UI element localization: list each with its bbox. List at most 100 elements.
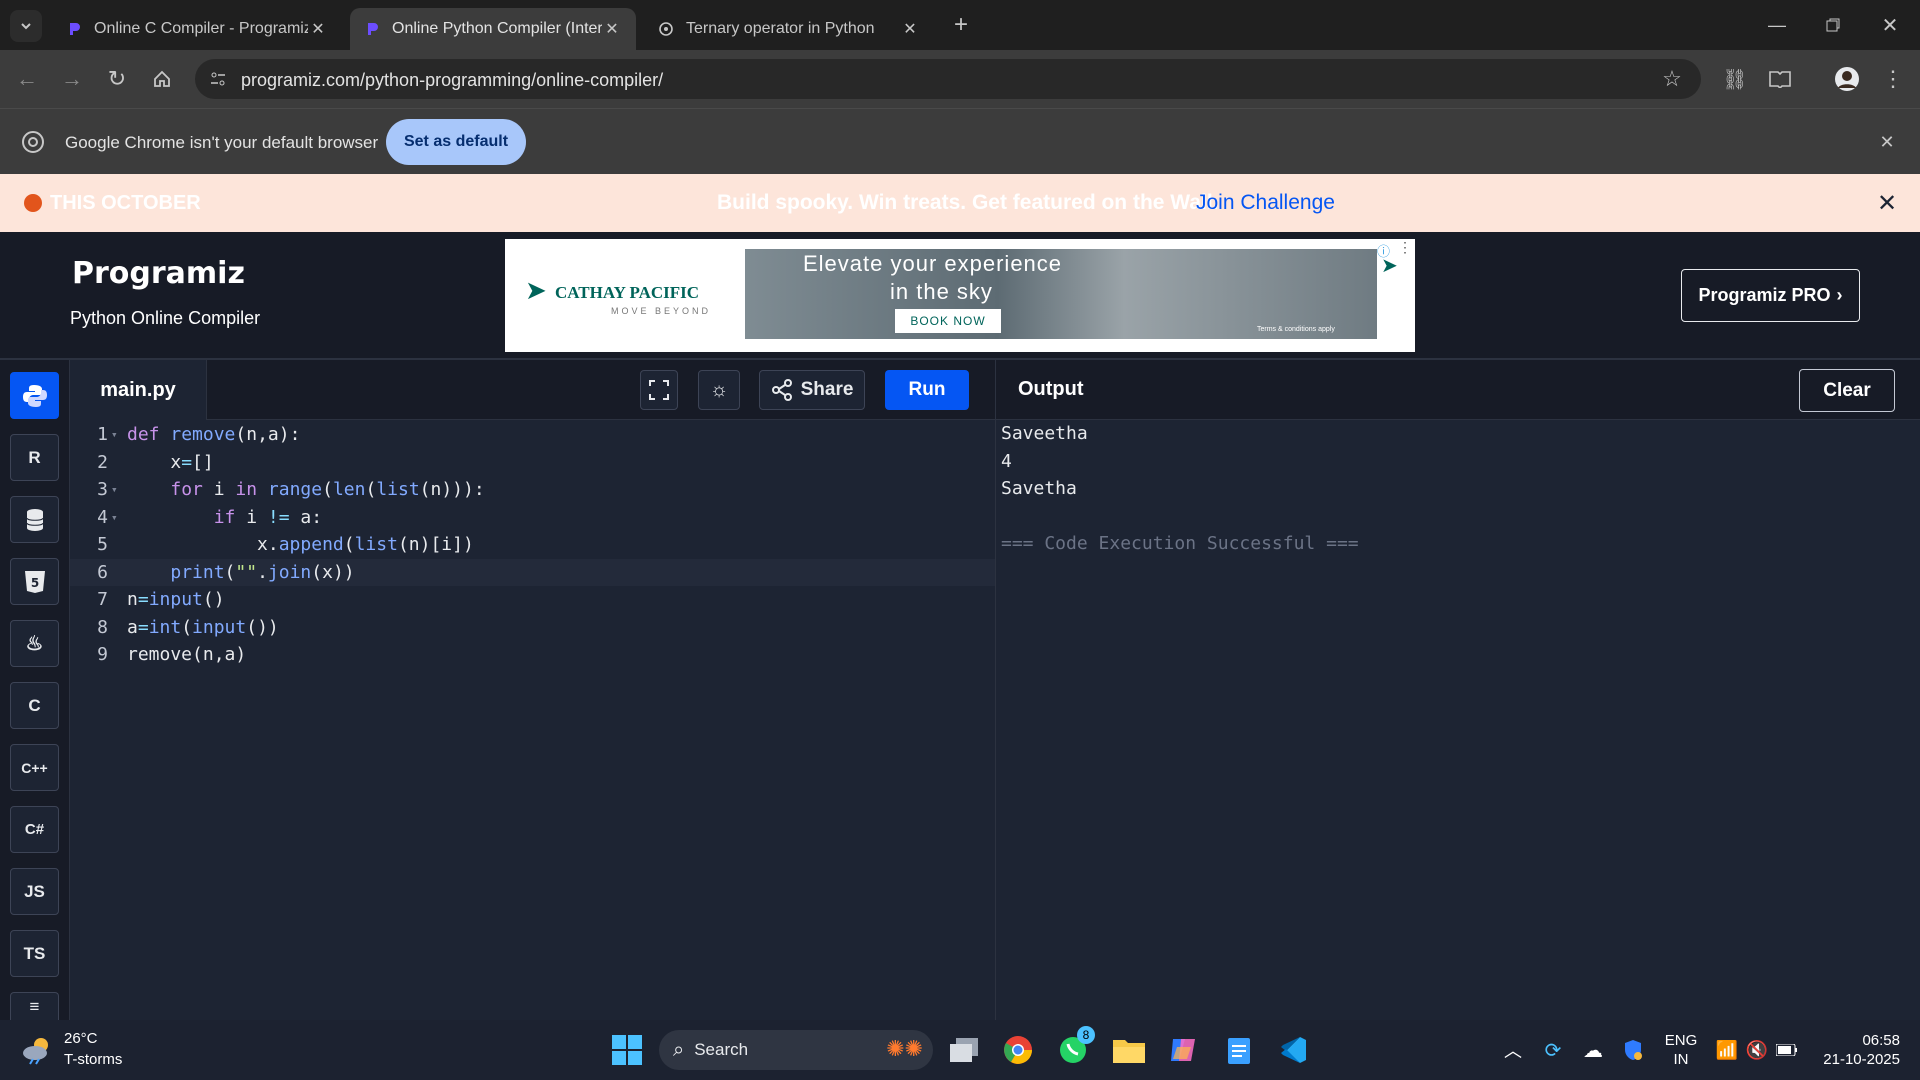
code-text: x.append(list(n)[i]): [127, 534, 474, 555]
share-label: Share: [800, 379, 854, 400]
java-icon[interactable]: ♨: [10, 620, 59, 667]
line-number: 9: [97, 644, 108, 665]
file-tab[interactable]: main.py: [70, 360, 207, 420]
python-icon[interactable]: [10, 372, 59, 419]
menu-more-icon[interactable]: ⋮: [1878, 64, 1908, 94]
clock[interactable]: 06:58 21-10-2025: [1812, 1031, 1900, 1069]
programiz-favicon-icon: [66, 21, 82, 37]
language-sidebar: R 5 ♨ C C++ C# JS TS ≡: [0, 360, 70, 1020]
ad-brand: CATHAY PACIFIC: [555, 283, 700, 302]
copilot-icon[interactable]: [1163, 1030, 1203, 1070]
home-icon[interactable]: [147, 64, 177, 94]
notepad-icon[interactable]: [1219, 1030, 1259, 1070]
weather-icon[interactable]: [18, 1030, 58, 1070]
html-icon[interactable]: 5: [10, 558, 59, 605]
code-editor[interactable]: 1 ▾ def remove(n,a): 2 x=[] 3 ▾ for i in r…: [70, 420, 995, 1020]
code-text: n=input(): [127, 589, 225, 610]
ad-more-icon[interactable]: ⋮: [1398, 239, 1412, 256]
cathay-pacific-ad[interactable]: ➤ CATHAY PACIFIC MOVE BEYOND Elevate you…: [505, 239, 1415, 352]
fold-arrow-icon[interactable]: ▾: [111, 476, 118, 503]
sql-icon[interactable]: [10, 496, 59, 543]
csharp-icon[interactable]: C#: [10, 806, 59, 853]
output-title: Output: [1018, 378, 1084, 400]
share-button[interactable]: Share: [759, 370, 865, 410]
promo-banner: THIS OCTOBER Build spooky. Win treats. G…: [0, 174, 1920, 232]
code-line: 4 ▾ if i != a:: [70, 504, 995, 531]
chatgpt-favicon-icon: [658, 21, 674, 37]
reload-icon[interactable]: ↻: [102, 64, 132, 94]
join-challenge-link[interactable]: Join Challenge: [1196, 191, 1335, 215]
profile-avatar[interactable]: [1832, 64, 1862, 94]
sidebar-item-ts[interactable]: TS: [10, 930, 59, 977]
sidebar-item-js[interactable]: JS: [10, 868, 59, 915]
pro-label: Programiz PRO: [1698, 285, 1831, 305]
close-tab-icon[interactable]: ✕: [308, 19, 328, 39]
output-line: 4: [1001, 450, 1012, 472]
set-as-default-button[interactable]: Set as default: [386, 119, 526, 165]
close-tab-icon[interactable]: ✕: [602, 19, 622, 39]
sync-icon[interactable]: ⟳: [1533, 1030, 1573, 1070]
vscode-icon[interactable]: [1273, 1030, 1313, 1070]
language-indicator[interactable]: ENG IN: [1660, 1031, 1702, 1069]
search-icon: ⌕: [673, 1038, 685, 1061]
chevron-right-icon: ›: [1836, 285, 1843, 305]
code-text: for i in range(len(list(n))):: [170, 479, 485, 500]
swift-icon[interactable]: ≡: [10, 992, 59, 1020]
code-text: print("".join(x)): [170, 561, 355, 583]
new-tab-icon[interactable]: +: [946, 10, 976, 40]
reading-mode-icon[interactable]: [1765, 64, 1795, 94]
defender-icon[interactable]: [1613, 1030, 1653, 1070]
ad-cta-button[interactable]: BOOK NOW: [895, 309, 1001, 333]
svg-text:5: 5: [30, 576, 38, 590]
fullscreen-icon[interactable]: [640, 370, 678, 410]
r-icon[interactable]: R: [10, 434, 59, 481]
site-info-icon[interactable]: [203, 64, 233, 94]
tab-search-icon[interactable]: [10, 10, 42, 42]
task-view-icon[interactable]: [944, 1030, 984, 1070]
code-line: 2 x=[]: [70, 449, 995, 476]
close-tab-icon[interactable]: ✕: [900, 19, 920, 39]
ad-headline-1: Elevate your experience: [803, 251, 1063, 276]
output-console[interactable]: Saveetha 4 Savetha === Code Execution Su…: [995, 420, 1920, 1020]
cpp-icon[interactable]: C++: [10, 744, 59, 791]
chrome-taskbar-icon[interactable]: [998, 1030, 1038, 1070]
run-button[interactable]: Run: [885, 370, 969, 410]
clock-time: 06:58: [1862, 1032, 1900, 1049]
bookmark-star-icon[interactable]: ☆: [1657, 64, 1687, 94]
close-promo-icon[interactable]: ✕: [1872, 188, 1902, 218]
code-line: 7 n=input(): [70, 586, 995, 613]
address-bar[interactable]: programiz.com/python-programming/online-…: [195, 59, 1701, 99]
code-text: x=[]: [127, 451, 214, 473]
windows-start-icon[interactable]: [607, 1030, 647, 1070]
theme-toggle-icon[interactable]: ☼: [698, 370, 740, 410]
programiz-logo[interactable]: Programiz: [72, 256, 245, 291]
line-number: 7: [97, 589, 108, 610]
file-explorer-icon[interactable]: [1109, 1030, 1149, 1070]
clear-button[interactable]: Clear: [1799, 369, 1895, 412]
close-window-icon[interactable]: ✕: [1875, 10, 1905, 40]
programiz-pro-button[interactable]: Programiz PRO ›: [1681, 269, 1860, 322]
taskbar-search[interactable]: ⌕ Search ✺✺: [659, 1030, 933, 1070]
back-icon[interactable]: ←: [12, 64, 42, 94]
c-icon[interactable]: C: [10, 682, 59, 729]
tab-ternary-operator[interactable]: Ternary operator in Python ✕: [644, 8, 934, 50]
tab-python-compiler[interactable]: Online Python Compiler (Interpreter) ✕: [350, 8, 636, 50]
cathay-logo-icon: ➤: [525, 275, 547, 305]
minimize-icon[interactable]: —: [1762, 10, 1792, 40]
fold-arrow-icon[interactable]: ▾: [111, 421, 118, 448]
onedrive-icon[interactable]: ☁: [1573, 1030, 1613, 1070]
code-line: 3 ▾ for i in range(len(list(n))):: [70, 476, 995, 503]
whatsapp-icon[interactable]: 8: [1053, 1026, 1095, 1070]
show-hidden-icons[interactable]: ︿: [1493, 1030, 1533, 1070]
battery-icon[interactable]: [1767, 1030, 1807, 1070]
line-number: 4: [97, 506, 108, 528]
link-icon[interactable]: ⛓: [1720, 64, 1750, 94]
code-text: def remove(n,a):: [127, 424, 301, 445]
forward-icon[interactable]: →: [57, 64, 87, 94]
line-number: 8: [97, 616, 108, 638]
tab-c-compiler[interactable]: Online C Compiler - Programiz ✕: [52, 8, 342, 50]
fold-arrow-icon[interactable]: ▾: [111, 504, 118, 531]
code-line: 5 x.append(list(n)[i]): [70, 531, 995, 558]
restore-icon[interactable]: [1818, 10, 1848, 40]
close-infobar-icon[interactable]: ✕: [1872, 127, 1902, 157]
